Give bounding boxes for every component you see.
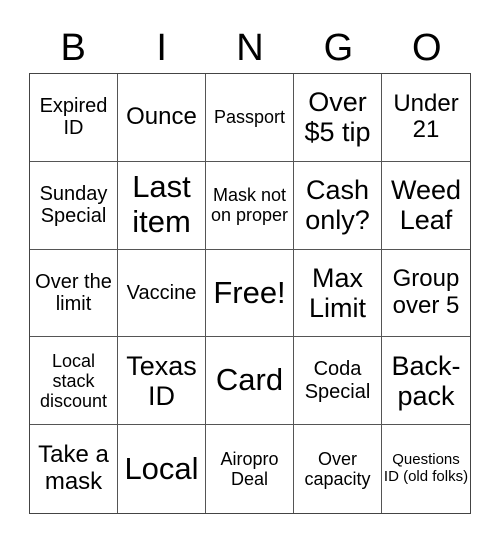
bingo-cell[interactable]: Coda Special [294,337,382,426]
bingo-cell[interactable]: Take a mask [30,425,118,513]
bingo-cell[interactable]: Over $5 tip [294,74,382,162]
bingo-cell[interactable]: Local [118,425,206,513]
bingo-cell[interactable]: Local stack discount [30,337,118,426]
bingo-board: Expired ID Ounce Passport Over $5 tip Un… [29,73,471,514]
bingo-cell[interactable]: Mask not on proper [206,161,294,250]
bingo-cell[interactable]: Expired ID [30,74,118,162]
bingo-cell[interactable]: Card [206,337,294,426]
bingo-cell[interactable]: Questions ID (old folks) [382,425,470,513]
bingo-cell-free[interactable]: Free! [206,249,294,338]
bingo-cell[interactable]: Airopro Deal [206,425,294,513]
bingo-cell[interactable]: Cash only? [294,161,382,250]
header-letter-i: I [156,27,167,69]
bingo-header: B I N G O [29,22,471,74]
bingo-cell[interactable]: Vaccine [118,249,206,338]
bingo-cell[interactable]: Over the limit [30,249,118,338]
header-letter-o: O [412,27,442,69]
bingo-cell[interactable]: Sunday Special [30,161,118,250]
header-letter-b: B [60,27,86,69]
bingo-cell[interactable]: Back-pack [382,337,470,426]
header-letter-n: N [236,27,264,69]
bingo-cell[interactable]: Weed Leaf [382,162,470,250]
bingo-cell[interactable]: Under 21 [382,74,470,162]
bingo-cell[interactable]: Group over 5 [382,250,470,338]
bingo-cell[interactable]: Passport [206,74,294,162]
bingo-cell[interactable]: Last item [118,161,206,250]
header-letter-g: G [323,27,354,69]
bingo-cell[interactable]: Texas ID [118,337,206,426]
bingo-cell[interactable]: Over capacity [294,425,382,513]
bingo-cell[interactable]: Max Limit [294,249,382,338]
bingo-cell[interactable]: Ounce [118,74,206,162]
